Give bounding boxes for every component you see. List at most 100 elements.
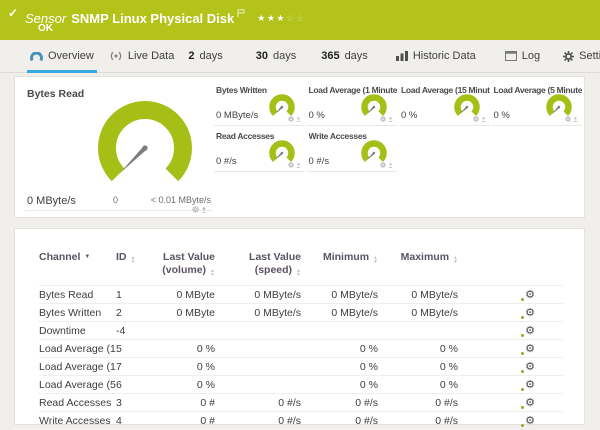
channel-gauge[interactable]: Bytes Written 0 MByte/s: [214, 83, 305, 126]
star-icon[interactable]: ★: [267, 13, 277, 23]
channel-settings-gear-icon[interactable]: ⚙: [521, 325, 535, 337]
gauge-scale-max: < 0.01 MByte/s: [150, 195, 211, 205]
gauge-current-value: 0 %: [401, 110, 418, 121]
tab-30-days[interactable]: 30 days: [256, 40, 297, 72]
tab-settings[interactable]: Settings: [563, 40, 600, 72]
cell-minimum: 0 #/s: [301, 393, 378, 412]
gauge-bytes-read[interactable]: Bytes Read 0 MByte/s 0 < 0.01 MByte/s: [23, 83, 215, 213]
cell-last-value-volume: 0 %: [151, 375, 215, 394]
cell-last-value-speed: 0 #/s: [215, 393, 301, 412]
gauge-current-value: 0 %: [308, 110, 325, 121]
channel-gauge[interactable]: Load Average (1 Minute) 0 %: [306, 83, 397, 127]
star-icon[interactable]: ★: [276, 13, 286, 23]
gauge-pin-icon[interactable]: [388, 155, 393, 173]
cell-maximum: 0 #/s: [378, 393, 458, 412]
channel-settings-gear-icon[interactable]: ⚙: [521, 361, 535, 373]
gauge-dial: [98, 101, 192, 182]
tab-live-data[interactable]: Live Data: [109, 40, 174, 72]
cell-last-value-speed: 0 MByte/s: [215, 285, 301, 304]
cell-maximum: 0 %: [378, 339, 458, 358]
cell-maximum: 0 #/s: [378, 411, 458, 430]
cell-minimum: [301, 321, 378, 340]
cell-last-value-volume: 0 #: [151, 411, 215, 430]
cell-channel[interactable]: Downtime: [39, 321, 116, 340]
sort-desc-icon[interactable]: ▼: [84, 254, 90, 260]
priority-rating-stars[interactable]: ★★★☆☆: [257, 13, 305, 23]
cell-minimum: 0 %: [301, 339, 378, 358]
gauge-settings-gear-icon[interactable]: [192, 206, 199, 213]
gauge-settings-gear-icon[interactable]: [287, 155, 294, 173]
tab-historic-data[interactable]: Historic Data: [395, 40, 476, 72]
gauge-pin-icon[interactable]: [388, 109, 393, 127]
gauge-settings-gear-icon[interactable]: [380, 155, 386, 173]
channel-gauge[interactable]: Load Average (15 Minutes) 0 %: [399, 83, 490, 126]
channel-gauge[interactable]: Load Average (5 Minutes) 0 %: [491, 83, 582, 127]
gauge-current-value: 0 MByte/s: [216, 110, 259, 121]
cell-channel[interactable]: Load Average (5 Min...: [39, 375, 116, 394]
gauge-pin-icon[interactable]: [480, 109, 486, 127]
gauge-pin-icon[interactable]: [295, 155, 301, 173]
gauge-title: Bytes Read: [27, 88, 85, 100]
cell-channel[interactable]: Read Accesses: [39, 393, 116, 412]
channel-settings-gear-icon[interactable]: ⚙: [521, 397, 535, 409]
table-row[interactable]: Load Average (15 Mi... 7 0 % 0 % 0 % ⚙: [39, 357, 563, 376]
cell-minimum: 0 #/s: [301, 411, 378, 430]
channel-table: Channel ▼ ID ▲ ▼ Last Value (volume) ▲ ▼ Last…: [39, 247, 563, 430]
cell-channel[interactable]: Load Average (15 Mi...: [39, 357, 116, 376]
column-header-maximum[interactable]: Maximum ▲ ▼: [378, 247, 458, 286]
cell-last-value-speed: [215, 357, 301, 376]
column-header-minimum[interactable]: Minimum ▲ ▼: [301, 247, 378, 286]
tab-overview[interactable]: Overview: [27, 40, 97, 73]
column-header-channel[interactable]: Channel ▼: [39, 247, 116, 286]
table-row[interactable]: Write Accesses 4 0 # 0 #/s 0 #/s 0 #/s ⚙: [39, 411, 563, 430]
table-row[interactable]: Load Average (5 Min... 6 0 % 0 % 0 % ⚙: [39, 375, 563, 394]
cell-channel[interactable]: Bytes Read: [39, 285, 116, 304]
gauge-settings-gear-icon[interactable]: [380, 109, 386, 127]
channel-gauge[interactable]: Read Accesses 0 #/s: [214, 129, 305, 172]
cell-last-value-volume: 0 #: [151, 393, 215, 412]
gauge-pin-icon[interactable]: [573, 109, 578, 127]
gauge-settings-gear-icon[interactable]: [472, 109, 479, 127]
table-row[interactable]: Load Average (1 Min... 5 0 % 0 % 0 % ⚙: [39, 339, 563, 358]
gauge-scale-min: 0: [113, 195, 119, 205]
sort-icon[interactable]: ▲ ▼: [453, 256, 458, 265]
tab-2-days[interactable]: 2 days: [188, 40, 222, 72]
cell-maximum: [378, 321, 458, 340]
gauge-settings-gear-icon[interactable]: [287, 109, 294, 127]
table-row[interactable]: Downtime -4 ⚙: [39, 321, 563, 340]
cell-channel[interactable]: Bytes Written: [39, 303, 116, 322]
star-icon[interactable]: ★: [257, 13, 267, 23]
column-header-id[interactable]: ID ▲ ▼: [116, 247, 151, 286]
tab-log[interactable]: Log: [504, 40, 540, 72]
star-icon[interactable]: ☆: [296, 13, 306, 23]
channel-settings-gear-icon[interactable]: ⚙: [521, 307, 535, 319]
table-row[interactable]: Bytes Written 2 0 MByte 0 MByte/s 0 MByt…: [39, 303, 563, 322]
cell-id: -4: [116, 321, 151, 340]
cell-last-value-speed: 0 MByte/s: [215, 303, 301, 322]
sort-icon[interactable]: ▲ ▼: [373, 256, 378, 265]
cell-channel[interactable]: Load Average (1 Min...: [39, 339, 116, 358]
table-row[interactable]: Bytes Read 1 0 MByte 0 MByte/s 0 MByte/s…: [39, 285, 563, 304]
gauge-pin-icon[interactable]: [295, 109, 301, 127]
star-icon[interactable]: ☆: [286, 13, 296, 23]
sort-icon[interactable]: ▲ ▼: [131, 256, 136, 265]
column-header-last-value-volume[interactable]: Last Value (volume) ▲ ▼: [151, 247, 215, 286]
channel-settings-gear-icon[interactable]: ⚙: [521, 289, 535, 301]
channel-settings-gear-icon[interactable]: ⚙: [521, 379, 535, 391]
column-header-last-value-speed[interactable]: Last Value (speed) ▲ ▼: [215, 247, 301, 286]
channel-settings-gear-icon[interactable]: ⚙: [521, 415, 535, 427]
cell-maximum: 0 MByte/s: [378, 285, 458, 304]
gauge-settings-gear-icon[interactable]: [565, 109, 571, 127]
gauge-pin-icon[interactable]: [201, 206, 207, 213]
gauge-current-value: 0 MByte/s: [27, 195, 76, 207]
channel-gauge[interactable]: Write Accesses 0 #/s: [306, 129, 397, 173]
table-row[interactable]: Read Accesses 3 0 # 0 #/s 0 #/s 0 #/s ⚙: [39, 393, 563, 412]
sort-icon[interactable]: ▲ ▼: [296, 269, 301, 278]
cell-channel[interactable]: Write Accesses: [39, 411, 116, 430]
sort-icon[interactable]: ▲ ▼: [210, 269, 215, 278]
gauge-footer: 0 MByte/s 0 < 0.01 MByte/s: [25, 192, 213, 213]
bar-chart-icon: [395, 51, 408, 61]
tab-365-days[interactable]: 365 days: [321, 40, 368, 72]
channel-settings-gear-icon[interactable]: ⚙: [521, 343, 535, 355]
sensor-header: ✓ Sensor SNMP Linux Physical Disk ★★★☆☆ OK: [0, 0, 600, 40]
